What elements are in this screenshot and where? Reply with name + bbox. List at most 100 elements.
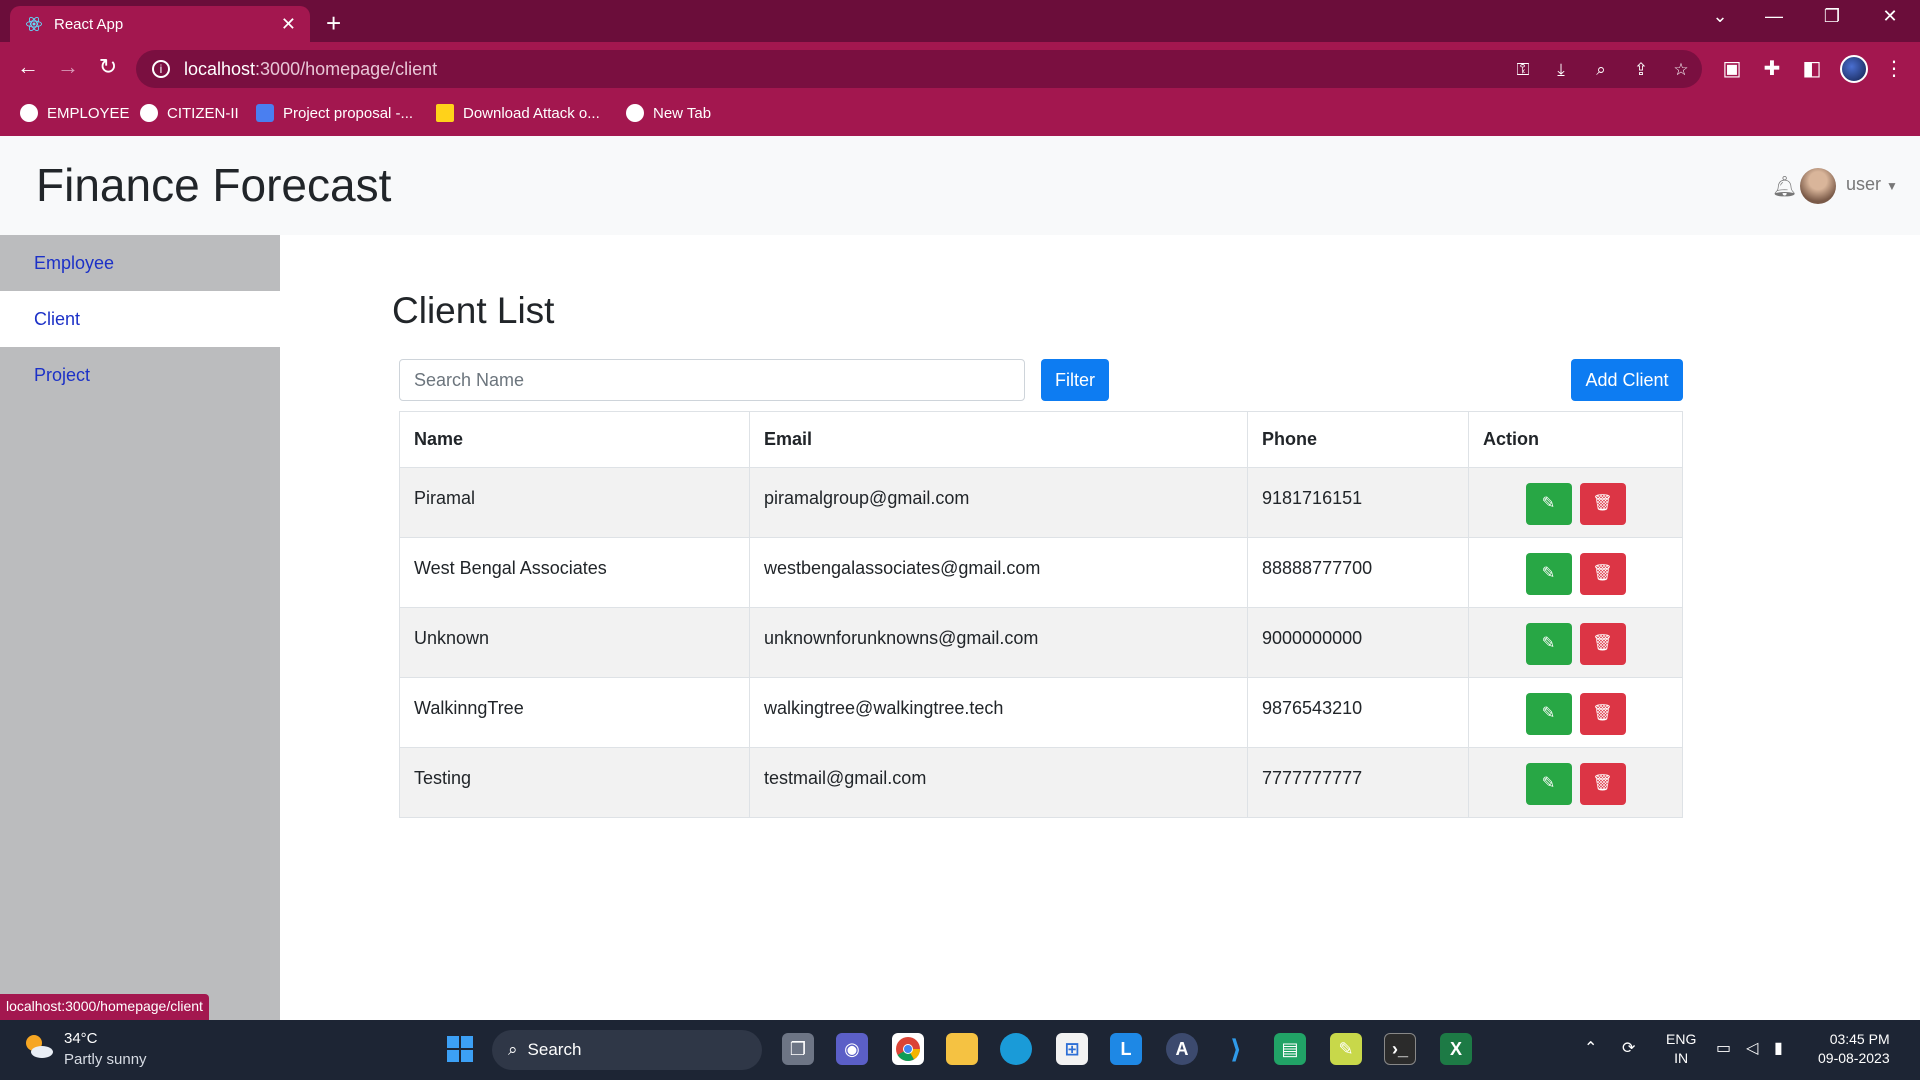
extensions-puzzle-icon[interactable]: ✚ xyxy=(1758,56,1786,81)
taskbar-search[interactable]: ⌕ Search xyxy=(492,1030,762,1070)
taskbar: 34°C Partly sunny ⌕ Search ❐ ◉ ⊞ L A ⟩ ▤… xyxy=(0,1020,1920,1080)
chevron-up-icon[interactable]: ⌃ xyxy=(1584,1038,1597,1058)
teams-chat-icon[interactable]: ◉ xyxy=(836,1033,868,1065)
edit-icon[interactable]: ✎ xyxy=(1525,693,1572,735)
edge-icon[interactable] xyxy=(1000,1033,1032,1065)
sheets-app-icon[interactable]: ▤ xyxy=(1274,1033,1306,1065)
windows-start-icon[interactable] xyxy=(444,1033,476,1065)
cell-email: walkingtree@walkingtree.tech xyxy=(749,677,1248,748)
new-tab-icon[interactable]: + xyxy=(326,8,341,39)
vscode-icon[interactable]: ⟩ xyxy=(1220,1033,1252,1065)
bell-icon[interactable]: 🔔︎ xyxy=(1772,174,1797,199)
reload-icon[interactable]: ↻ xyxy=(92,54,124,80)
bookmark-employee[interactable]: EMPLOYEE xyxy=(20,104,130,122)
tab-search-chevron-icon[interactable]: ⌄ xyxy=(1700,6,1740,27)
globe-icon xyxy=(626,104,644,122)
system-clock[interactable]: 03:45 PM 09-08-2023 xyxy=(1818,1030,1890,1068)
trash-icon[interactable]: 🗑︎ xyxy=(1579,553,1626,595)
browser-tab[interactable]: React App ✕ xyxy=(10,6,310,42)
forward-icon[interactable]: → xyxy=(52,54,84,80)
task-view-icon[interactable]: ❐ xyxy=(782,1033,814,1065)
bookmark-citizen[interactable]: CITIZEN-II xyxy=(140,104,239,122)
table-header-row: Name Email Phone Action xyxy=(399,411,1683,468)
browser-toolbar: ← → ↻ i localhost:3000/homepage/client ⚿… xyxy=(0,42,1920,96)
side-panel-icon[interactable]: ◧ xyxy=(1798,56,1826,81)
bookmark-label: EMPLOYEE xyxy=(47,104,130,122)
edit-icon[interactable]: ✎ xyxy=(1525,483,1572,525)
search-input[interactable] xyxy=(399,359,1025,401)
extension-app-icon[interactable]: ▣ xyxy=(1718,56,1746,81)
key-icon[interactable]: ⚿ xyxy=(1510,60,1536,80)
tab-close-icon[interactable]: ✕ xyxy=(281,14,296,35)
edit-icon[interactable]: ✎ xyxy=(1525,623,1572,665)
notepad-app-icon[interactable]: ✎ xyxy=(1330,1033,1362,1065)
table-row: West Bengal Associates westbengalassocia… xyxy=(399,537,1683,608)
store-icon[interactable]: ⊞ xyxy=(1056,1033,1088,1065)
app-header: Finance Forecast 🔔︎ user ▼ xyxy=(0,136,1920,235)
client-table: Name Email Phone Action Piramal piramalg… xyxy=(399,411,1683,818)
main-content: Client List Filter Add Client Name Email… xyxy=(280,235,1920,1020)
trash-icon[interactable]: 🗑︎ xyxy=(1579,623,1626,665)
bookmark-label: Project proposal -... xyxy=(283,104,414,122)
trash-icon[interactable]: 🗑︎ xyxy=(1579,693,1626,735)
link-status-bar: localhost:3000/homepage/client xyxy=(0,994,209,1020)
partly-sunny-icon[interactable] xyxy=(22,1032,54,1060)
terminal-icon[interactable]: ›_ xyxy=(1384,1033,1416,1065)
volume-icon[interactable]: ◁ xyxy=(1746,1038,1758,1058)
app-title[interactable]: Finance Forecast xyxy=(36,158,391,212)
bookmark-star-icon[interactable]: ☆ xyxy=(1668,60,1694,80)
browser-menu-icon[interactable]: ⋮ xyxy=(1880,56,1908,81)
tab-title: React App xyxy=(54,15,124,33)
cell-actions: ✎ 🗑︎ xyxy=(1468,607,1683,678)
battery-icon[interactable]: ▮ xyxy=(1774,1038,1783,1058)
add-client-button[interactable]: Add Client xyxy=(1571,359,1683,401)
profile-avatar[interactable] xyxy=(1840,55,1868,83)
cell-phone: 9000000000 xyxy=(1247,607,1469,678)
restore-icon[interactable]: ❐ xyxy=(1812,6,1852,27)
bookmark-new-tab[interactable]: New Tab xyxy=(626,104,711,122)
file-explorer-icon[interactable] xyxy=(946,1033,978,1065)
cell-phone: 9181716151 xyxy=(1247,467,1469,538)
zoom-icon[interactable]: ⌕ xyxy=(1588,60,1614,80)
trash-icon[interactable]: 🗑︎ xyxy=(1579,763,1626,805)
address-bar[interactable]: i localhost:3000/homepage/client xyxy=(136,50,1702,88)
table-row: WalkinngTree walkingtree@walkingtree.tec… xyxy=(399,677,1683,748)
bookmark-label: CITIZEN-II xyxy=(167,104,239,122)
bookmark-download-attack[interactable]: Download Attack o... xyxy=(436,104,600,122)
edit-icon[interactable]: ✎ xyxy=(1525,553,1572,595)
cell-name: Unknown xyxy=(399,607,750,678)
weather-temperature: 34°C xyxy=(64,1030,98,1047)
sidebar-item-client[interactable]: Client xyxy=(0,291,280,347)
network-icon[interactable]: ▭ xyxy=(1716,1038,1731,1058)
window-close-icon[interactable]: ✕ xyxy=(1870,6,1910,27)
column-header-name: Name xyxy=(399,411,750,468)
cell-phone: 9876543210 xyxy=(1247,677,1469,748)
filter-button[interactable]: Filter xyxy=(1041,359,1109,401)
app-l-icon[interactable]: L xyxy=(1110,1033,1142,1065)
sync-icon[interactable]: ⟳ xyxy=(1622,1038,1635,1058)
sidebar-item-project[interactable]: Project xyxy=(0,347,280,403)
minimize-icon[interactable]: — xyxy=(1754,6,1794,27)
cell-email: westbengalassociates@gmail.com xyxy=(749,537,1248,608)
back-icon[interactable]: ← xyxy=(12,54,44,80)
trash-icon[interactable]: 🗑︎ xyxy=(1579,483,1626,525)
search-icon: ⌕ xyxy=(508,1040,518,1059)
sidebar-item-employee[interactable]: Employee xyxy=(0,235,280,291)
app-a-icon[interactable]: A xyxy=(1166,1033,1198,1065)
cell-actions: ✎ 🗑︎ xyxy=(1468,677,1683,748)
cell-name: West Bengal Associates xyxy=(399,537,750,608)
install-icon[interactable]: ⤓ xyxy=(1548,60,1574,80)
excel-icon[interactable]: X xyxy=(1440,1033,1472,1065)
bookmark-project-proposal[interactable]: Project proposal -... xyxy=(256,104,413,122)
user-avatar[interactable] xyxy=(1800,168,1836,204)
cell-name: Testing xyxy=(399,747,750,818)
site-info-icon[interactable]: i xyxy=(152,60,170,78)
input-language[interactable]: ENG IN xyxy=(1666,1030,1696,1068)
share-icon[interactable]: ⇪ xyxy=(1628,60,1654,80)
user-menu[interactable]: user ▼ xyxy=(1846,174,1898,195)
weather-description: Partly sunny xyxy=(64,1051,147,1068)
lang-region: IN xyxy=(1674,1050,1689,1066)
react-icon xyxy=(24,14,44,34)
chrome-icon[interactable] xyxy=(892,1033,924,1065)
edit-icon[interactable]: ✎ xyxy=(1525,763,1572,805)
